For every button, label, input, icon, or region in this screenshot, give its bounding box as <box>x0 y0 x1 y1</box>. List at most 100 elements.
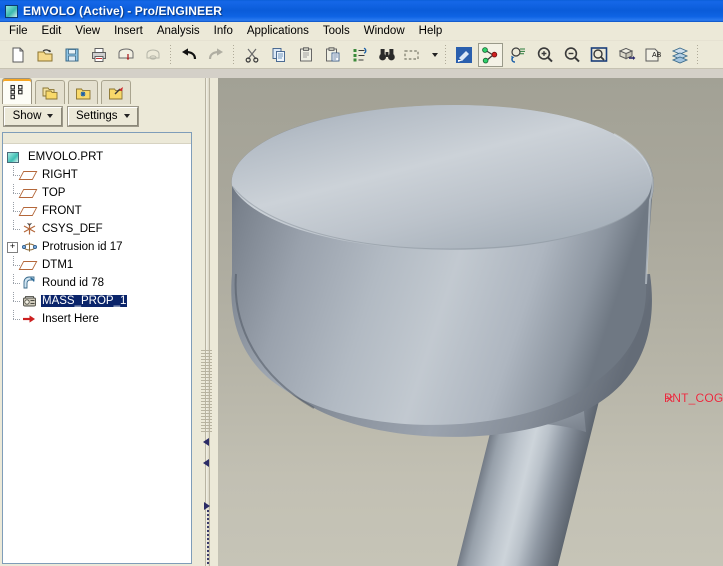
toolbar-separator <box>445 44 446 65</box>
insert-here-arrow-icon <box>21 311 38 327</box>
repaint-icon[interactable] <box>451 43 476 67</box>
mass-properties-icon <box>21 293 38 309</box>
datum-point-label-pnt-cog[interactable]: PNT_COG <box>664 391 723 405</box>
mail-send-icon[interactable] <box>113 43 138 67</box>
tree-item-front[interactable]: FRONT <box>7 202 191 220</box>
tree-item-label: DTM1 <box>42 259 74 271</box>
datum-plane-icon <box>18 203 38 219</box>
window-title: EMVOLO (Active) - Pro/ENGINEER <box>23 4 223 18</box>
menu-file[interactable]: File <box>2 23 35 39</box>
refit-icon[interactable] <box>586 43 611 67</box>
proe-application-window: EMVOLO (Active) - Pro/ENGINEER File Edit… <box>0 0 723 566</box>
spin-center-icon[interactable] <box>505 43 530 67</box>
model-tree-column-header <box>3 133 191 144</box>
datum-plane-icon <box>18 167 38 183</box>
settings-button-label: Settings <box>76 110 118 122</box>
datum-display-icon[interactable] <box>478 42 503 67</box>
tab-connections[interactable] <box>101 80 131 104</box>
tree-item-label: Protrusion id 17 <box>42 241 123 253</box>
toolbar-separator <box>697 44 698 65</box>
chevron-down-icon <box>431 52 438 57</box>
tree-item-label: EMVOLO.PRT <box>28 151 104 163</box>
chevron-down-icon <box>47 114 54 118</box>
cut-scissors-icon[interactable] <box>239 43 264 67</box>
tree-item-top[interactable]: TOP <box>7 184 191 202</box>
menu-window[interactable]: Window <box>357 23 412 39</box>
folder-browser-icon <box>42 87 58 99</box>
tree-item-label: TOP <box>42 187 66 199</box>
splitter-expand-right-arrow[interactable] <box>204 502 212 511</box>
tree-item-protrusion[interactable]: + Protrusion id 17 <box>7 238 191 256</box>
model-tree-panel[interactable]: EMVOLO.PRT RIGHT TOP FRONT CSYS_DEF + Pr… <box>2 132 192 564</box>
part-icon <box>7 149 24 165</box>
show-button-label: Show <box>12 110 42 122</box>
datum-plane-icon <box>18 257 38 273</box>
redo-icon[interactable] <box>203 43 228 67</box>
graphics-viewport[interactable]: ✕ PNT_COG <box>218 78 723 566</box>
chevron-down-icon <box>123 114 130 118</box>
select-box-dropdown-icon[interactable] <box>428 43 440 67</box>
svg-text:AB: AB <box>652 52 662 59</box>
layer-icon[interactable] <box>667 43 692 67</box>
find-binoculars-icon[interactable] <box>374 43 399 67</box>
navigator-button-bar: Show Settings <box>0 104 196 128</box>
title-bar: EMVOLO (Active) - Pro/ENGINEER <box>0 0 723 22</box>
coordinate-system-icon <box>21 221 38 237</box>
mallet-solid-model <box>218 78 723 566</box>
open-folder-icon[interactable] <box>32 43 57 67</box>
zoom-out-icon[interactable] <box>559 43 584 67</box>
menu-tools[interactable]: Tools <box>316 23 357 39</box>
menu-edit[interactable]: Edit <box>35 23 69 39</box>
paste-icon[interactable] <box>293 43 318 67</box>
copy-icon[interactable] <box>266 43 291 67</box>
main-toolbar: AB <box>0 41 723 69</box>
tree-item-label: FRONT <box>42 205 82 217</box>
new-file-icon[interactable] <box>5 43 30 67</box>
tree-item-label: Round id 78 <box>42 277 105 289</box>
tab-favorites[interactable] <box>68 80 98 104</box>
tab-model-tree[interactable] <box>2 78 32 104</box>
navigator-splitter[interactable] <box>196 78 218 566</box>
tab-folder-browser[interactable] <box>35 80 65 104</box>
tree-item-round[interactable]: Round id 78 <box>7 274 191 292</box>
undo-icon[interactable] <box>176 43 201 67</box>
tree-item-label: RIGHT <box>42 169 78 181</box>
print-icon[interactable] <box>86 43 111 67</box>
settings-dropdown-button[interactable]: Settings <box>68 106 138 126</box>
splitter-collapse-left-arrow[interactable] <box>203 459 211 468</box>
menu-applications[interactable]: Applications <box>240 23 316 39</box>
regenerate-icon[interactable] <box>347 43 372 67</box>
splitter-grip[interactable] <box>201 350 212 432</box>
zoom-in-icon[interactable] <box>532 43 557 67</box>
show-dropdown-button[interactable]: Show <box>4 106 62 126</box>
menu-analysis[interactable]: Analysis <box>150 23 207 39</box>
menu-info[interactable]: Info <box>207 23 240 39</box>
datum-plane-icon <box>18 185 38 201</box>
annotation-display-icon[interactable]: AB <box>640 43 665 67</box>
splitter-collapse-left-arrow[interactable] <box>203 438 211 447</box>
coordinate-system-triad[interactable] <box>718 533 723 566</box>
tree-item-dtm1[interactable]: DTM1 <box>7 256 191 274</box>
menu-bar: File Edit View Insert Analysis Info Appl… <box>0 22 723 41</box>
tree-item-csys-def[interactable]: CSYS_DEF <box>7 220 191 238</box>
navigator-panel: Show Settings EMVOLO.PRT RIGHT TOP FRONT… <box>0 78 196 566</box>
splitter-dots <box>207 510 209 566</box>
select-box-icon[interactable] <box>401 43 426 67</box>
mail-link-icon[interactable] <box>140 43 165 67</box>
datum-plane-icon[interactable] <box>613 43 638 67</box>
menu-help[interactable]: Help <box>412 23 450 39</box>
menu-view[interactable]: View <box>68 23 107 39</box>
save-icon[interactable] <box>59 43 84 67</box>
navigator-tab-strip <box>0 78 196 104</box>
tree-item-right[interactable]: RIGHT <box>7 166 191 184</box>
expand-node-button[interactable]: + <box>7 241 18 253</box>
connections-folder-icon <box>109 86 123 99</box>
model-tree-icon <box>10 84 23 99</box>
tree-item-part[interactable]: EMVOLO.PRT <box>7 148 191 166</box>
tree-item-insert-here[interactable]: Insert Here <box>7 310 191 328</box>
paste-special-icon[interactable] <box>320 43 345 67</box>
tree-item-mass-prop[interactable]: MASS_PROP_1 <box>7 292 191 310</box>
part-icon <box>5 4 18 18</box>
tree-item-label: MASS_PROP_1 <box>41 295 128 307</box>
menu-insert[interactable]: Insert <box>107 23 150 39</box>
